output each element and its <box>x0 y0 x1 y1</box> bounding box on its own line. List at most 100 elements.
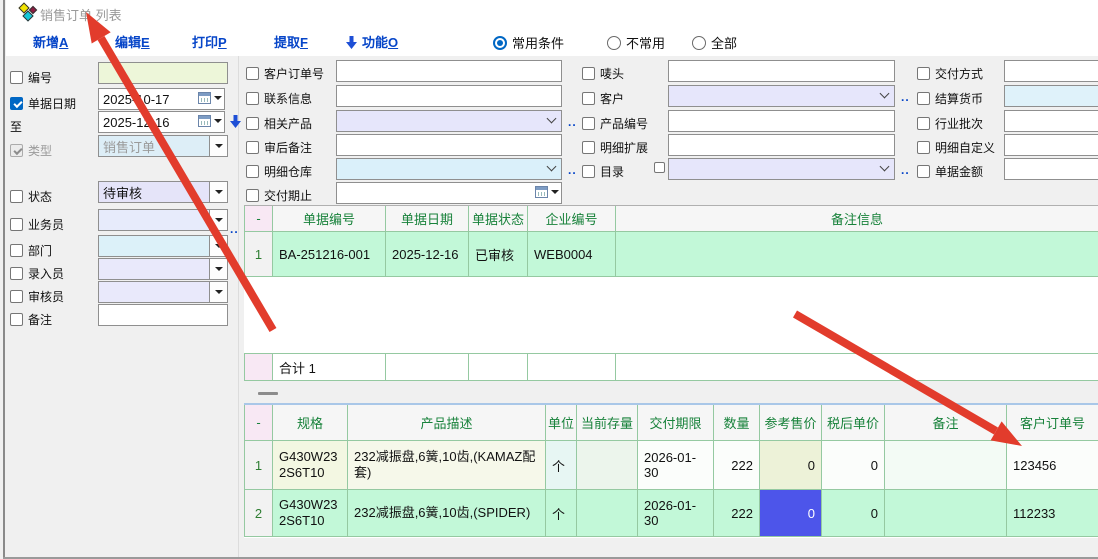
salesman-lookup-button[interactable]: .. <box>230 222 239 236</box>
related-product-checkbox[interactable] <box>246 117 259 130</box>
delivery-due-checkbox[interactable] <box>246 189 259 202</box>
ref-price-cell[interactable]: 0 <box>760 441 822 490</box>
department-combo[interactable] <box>98 235 228 257</box>
doc-date-to-input[interactable]: 2025-12-16 <box>98 111 225 133</box>
apply-date-arrow-icon[interactable] <box>230 115 241 128</box>
catalog-sub-checkbox[interactable] <box>654 162 665 173</box>
master-col-doc-status[interactable]: 单据状态 <box>469 206 528 232</box>
auditor-combo[interactable] <box>98 281 228 303</box>
qty-cell[interactable]: 222 <box>714 490 760 537</box>
chevron-down-icon[interactable] <box>547 162 557 172</box>
type-combo[interactable]: 销售订单 <box>98 135 228 157</box>
auditor-checkbox[interactable] <box>10 290 23 303</box>
related-product-lookup-button[interactable]: .. <box>568 115 577 129</box>
master-row-1[interactable]: 1 BA-251216-001 2025-12-16 已审核 WEB0004 <box>244 232 1098 277</box>
current-stock-cell[interactable] <box>577 490 638 537</box>
product-desc-cell[interactable]: 232减振盘,6簧,10齿,(SPIDER) <box>348 490 546 537</box>
spec-cell[interactable]: G430W232S6T10 <box>273 490 348 537</box>
doc-date-from-input[interactable]: 2025-10-17 <box>98 88 225 110</box>
delivery-method-checkbox[interactable] <box>917 67 930 80</box>
master-col-doc-no[interactable]: 单据编号 <box>273 206 386 232</box>
settle-currency-combo[interactable] <box>1004 85 1098 107</box>
product-desc-cell[interactable]: 232减振盘,6簧,10齿,(KAMAZ配套) <box>348 441 546 490</box>
row-number[interactable]: 1 <box>245 441 273 490</box>
dropdown-button[interactable] <box>209 282 227 302</box>
detail-col-remark[interactable]: 备注 <box>885 405 1007 441</box>
row-number[interactable]: 1 <box>245 232 273 277</box>
fetch-button[interactable]: 提取F <box>274 32 308 51</box>
ref-price-cell-selected[interactable]: 0 <box>760 490 822 537</box>
detail-row-2[interactable]: 2 G430W232S6T10 232减振盘,6簧,10齿,(SPIDER) 个… <box>244 490 1098 537</box>
shipping-mark-input[interactable] <box>668 60 895 82</box>
chevron-down-icon[interactable] <box>214 119 222 123</box>
detail-col-delivery-deadline[interactable]: 交付期限 <box>638 405 714 441</box>
splitter-handle[interactable] <box>258 392 278 395</box>
catalog-combo[interactable] <box>668 158 895 180</box>
remark-info-cell[interactable] <box>616 232 1098 277</box>
master-col-company-no[interactable]: 企业编号 <box>528 206 616 232</box>
detail-col-net-price[interactable]: 税后单价 <box>822 405 885 441</box>
related-product-combo[interactable] <box>336 110 562 132</box>
radio-common-conditions[interactable]: 常用条件 <box>493 33 564 52</box>
detail-extend-input[interactable] <box>668 134 895 156</box>
detail-col-current-stock[interactable]: 当前存量 <box>577 405 638 441</box>
radio-all[interactable]: 全部 <box>692 33 737 52</box>
remark-cell[interactable] <box>885 490 1007 537</box>
function-menu-button[interactable]: 功能O <box>346 32 398 51</box>
company-no-cell[interactable]: WEB0004 <box>528 232 616 277</box>
contact-info-input[interactable] <box>336 85 562 107</box>
customer-checkbox[interactable] <box>582 92 595 105</box>
edit-button[interactable]: 编辑E <box>115 32 150 51</box>
industry-batch-input[interactable] <box>1004 110 1098 132</box>
calendar-icon[interactable] <box>198 115 211 127</box>
master-col-doc-date[interactable]: 单据日期 <box>386 206 469 232</box>
shipping-mark-checkbox[interactable] <box>582 67 595 80</box>
customer-combo[interactable] <box>668 85 895 107</box>
status-combo[interactable]: 待审核 <box>98 181 228 203</box>
delivery-deadline-cell[interactable]: 2026-01-30 <box>638 490 714 537</box>
department-checkbox[interactable] <box>10 244 23 257</box>
dropdown-button[interactable] <box>209 182 227 202</box>
radio-uncommon[interactable]: 不常用 <box>607 33 665 52</box>
remark-cell[interactable] <box>885 441 1007 490</box>
doc-date-checkbox[interactable] <box>10 97 23 110</box>
new-button[interactable]: 新增A <box>33 32 68 51</box>
detail-warehouse-checkbox[interactable] <box>246 165 259 178</box>
status-checkbox[interactable] <box>10 190 23 203</box>
detail-col-qty[interactable]: 数量 <box>714 405 760 441</box>
doc-amount-checkbox[interactable] <box>917 165 930 178</box>
calendar-icon[interactable] <box>198 92 211 104</box>
chevron-down-icon[interactable] <box>547 114 557 124</box>
catalog-lookup-button[interactable]: .. <box>901 163 910 177</box>
detail-col-product-desc[interactable]: 产品描述 <box>348 405 546 441</box>
detail-custom-input[interactable] <box>1004 134 1098 156</box>
remark-input[interactable] <box>98 304 228 326</box>
catalog-checkbox[interactable] <box>582 165 595 178</box>
detail-col-customer-order-no[interactable]: 客户订单号 <box>1007 405 1098 441</box>
product-no-input[interactable] <box>668 110 895 132</box>
detail-col-spec[interactable]: 规格 <box>273 405 348 441</box>
detail-warehouse-lookup-button[interactable]: .. <box>568 163 577 177</box>
qty-cell[interactable]: 222 <box>714 441 760 490</box>
industry-batch-checkbox[interactable] <box>917 117 930 130</box>
doc-no-cell[interactable]: BA-251216-001 <box>273 232 386 277</box>
customer-lookup-button[interactable]: .. <box>901 90 910 104</box>
detail-col-ref-price[interactable]: 参考售价 <box>760 405 822 441</box>
dropdown-button[interactable] <box>209 236 227 256</box>
customer-order-no-cell[interactable]: 123456 <box>1007 441 1098 490</box>
net-price-cell[interactable]: 0 <box>822 441 885 490</box>
customer-order-no-checkbox[interactable] <box>246 67 259 80</box>
doc-status-cell[interactable]: 已审核 <box>469 232 528 277</box>
grid-splitter[interactable] <box>244 381 1098 403</box>
current-stock-cell[interactable] <box>577 441 638 490</box>
entry-clerk-combo[interactable] <box>98 258 228 280</box>
unit-cell[interactable]: 个 <box>546 441 577 490</box>
number-input[interactable] <box>98 62 228 84</box>
unit-cell[interactable]: 个 <box>546 490 577 537</box>
master-col-indicator[interactable]: - <box>245 206 273 232</box>
type-checkbox[interactable] <box>10 144 23 157</box>
product-no-checkbox[interactable] <box>582 117 595 130</box>
detail-warehouse-combo[interactable] <box>336 158 562 180</box>
spec-cell[interactable]: G430W232S6T10 <box>273 441 348 490</box>
dropdown-button[interactable] <box>209 210 227 230</box>
